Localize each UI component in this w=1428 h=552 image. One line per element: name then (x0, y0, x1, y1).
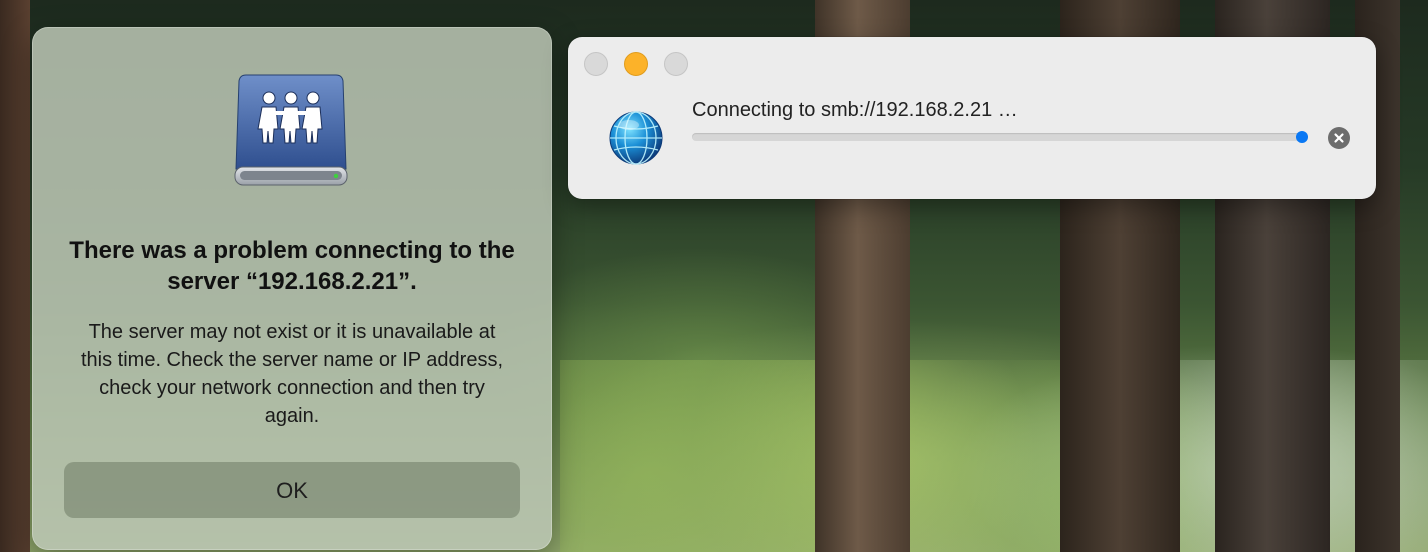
progress-bar (692, 131, 1308, 143)
tree-trunk (0, 0, 30, 552)
stop-x-icon[interactable] (1328, 127, 1350, 149)
connection-error-alert: There was a problem connecting to the se… (32, 27, 552, 550)
network-globe-icon (608, 110, 664, 166)
shared-server-drive-icon (232, 71, 350, 189)
connecting-progress-window: Connecting to smb://192.168.2.21 … (568, 37, 1376, 199)
alert-message: The server may not exist or it is unavai… (80, 321, 504, 427)
window-close-button[interactable] (584, 52, 608, 76)
progress-indicator-dot (1296, 131, 1308, 143)
desktop-background: There was a problem connecting to the se… (0, 0, 1428, 552)
ok-button[interactable]: OK (64, 462, 520, 518)
connecting-status-text: Connecting to smb://192.168.2.21 … (692, 99, 1018, 121)
progress-bar-fill (692, 133, 1302, 141)
alert-title: There was a problem connecting to the se… (69, 237, 515, 295)
window-zoom-button[interactable] (664, 52, 688, 76)
window-minimize-button[interactable] (624, 52, 648, 76)
